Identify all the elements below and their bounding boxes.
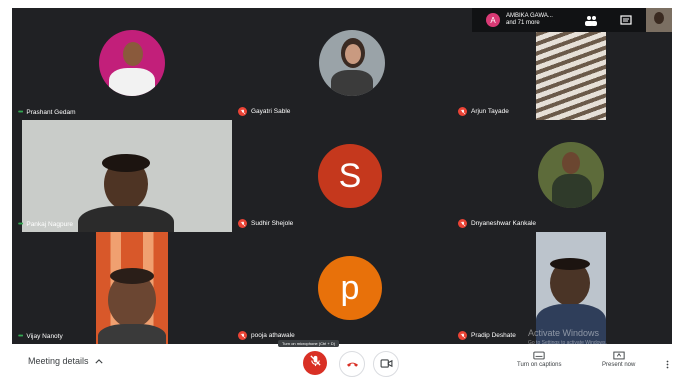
participant-tile[interactable]: ••• Prashant Gedam xyxy=(12,8,232,120)
mic-off-icon xyxy=(238,331,247,340)
speaking-indicator-icon: ••• xyxy=(18,333,23,340)
participant-tile[interactable]: ••• Pankaj Nagpure xyxy=(12,120,232,232)
chevron-up-icon xyxy=(94,356,103,366)
participant-name-label: ••• Prashant Gedam xyxy=(18,109,76,116)
video-grid: ••• Prashant Gedam Gayatri Sable Arjun T… xyxy=(12,8,672,344)
meeting-details-button[interactable]: Meeting details xyxy=(28,356,103,366)
mic-off-icon xyxy=(309,354,322,372)
participant-name-label: pooja athawale xyxy=(238,331,295,340)
meeting-details-label: Meeting details xyxy=(28,356,89,366)
speaking-indicator-icon: ••• xyxy=(18,109,23,116)
people-icon[interactable] xyxy=(584,14,598,26)
end-call-icon xyxy=(346,355,359,373)
camera-icon xyxy=(380,355,393,373)
watermark-title: Activate Windows xyxy=(528,328,600,338)
mic-off-icon xyxy=(238,107,247,116)
participant-count: AMBIKA GAWA... and 71 more xyxy=(506,13,553,27)
participant-name-label: Pradip Deshate xyxy=(458,331,516,340)
camera-toggle-button[interactable] xyxy=(373,351,399,377)
participant-tile[interactable]: Dnyaneshwar Kankale xyxy=(452,120,672,232)
participant-tile[interactable]: p pooja athawale xyxy=(232,232,452,344)
speaking-indicator-icon: ••• xyxy=(18,221,23,228)
participant-strip[interactable]: A AMBIKA GAWA... and 71 more xyxy=(472,8,672,32)
participant-avatar xyxy=(538,142,604,208)
control-bar: Meeting details Turn on microphone (Ctrl… xyxy=(12,340,672,381)
participant-tile[interactable]: ••• Vijay Nanoty xyxy=(12,232,232,344)
participant-strip-more: and 71 more xyxy=(506,20,540,26)
participant-name-label: Dnyaneshwar Kankale xyxy=(458,219,536,228)
captions-label: Turn on captions xyxy=(517,362,562,368)
participant-strip-name: AMBIKA GAWA... xyxy=(506,13,553,19)
tooltip: Turn on microphone (Ctrl + D) xyxy=(278,340,340,347)
mic-toggle-button[interactable] xyxy=(303,351,327,375)
end-call-button[interactable] xyxy=(339,351,365,377)
participant-letter-avatar: S xyxy=(318,144,382,208)
participant-video xyxy=(22,120,232,232)
chat-icon[interactable] xyxy=(620,14,632,26)
mic-off-icon xyxy=(458,107,467,116)
mic-off-icon xyxy=(238,219,247,228)
avatar: A xyxy=(486,13,500,27)
participant-avatar xyxy=(99,30,165,96)
participant-name-label: Gayatri Sable xyxy=(238,107,290,116)
participant-tile[interactable]: S Sudhir Shejole xyxy=(232,120,452,232)
mic-off-icon xyxy=(458,219,467,228)
participant-video xyxy=(96,232,168,344)
more-icon xyxy=(666,357,669,374)
participant-name-label: Sudhir Shejole xyxy=(238,219,293,228)
present-label: Present now xyxy=(602,362,636,368)
participant-name-label: ••• Vijay Nanoty xyxy=(18,333,63,340)
participant-name-label: ••• Pankaj Nagpure xyxy=(18,221,73,228)
participant-letter-avatar: p xyxy=(318,256,382,320)
present-now-button[interactable]: Present now xyxy=(602,351,635,368)
present-icon xyxy=(613,351,625,362)
participant-avatar xyxy=(319,30,385,96)
participant-name-label: Arjun Tayade xyxy=(458,107,509,116)
captions-button[interactable]: Turn on captions xyxy=(517,351,561,368)
participant-tile[interactable]: Gayatri Sable xyxy=(232,8,452,120)
self-view-thumbnail[interactable] xyxy=(646,8,672,32)
mic-off-icon xyxy=(458,331,467,340)
more-options-button[interactable] xyxy=(666,357,669,375)
captions-icon xyxy=(533,351,545,362)
